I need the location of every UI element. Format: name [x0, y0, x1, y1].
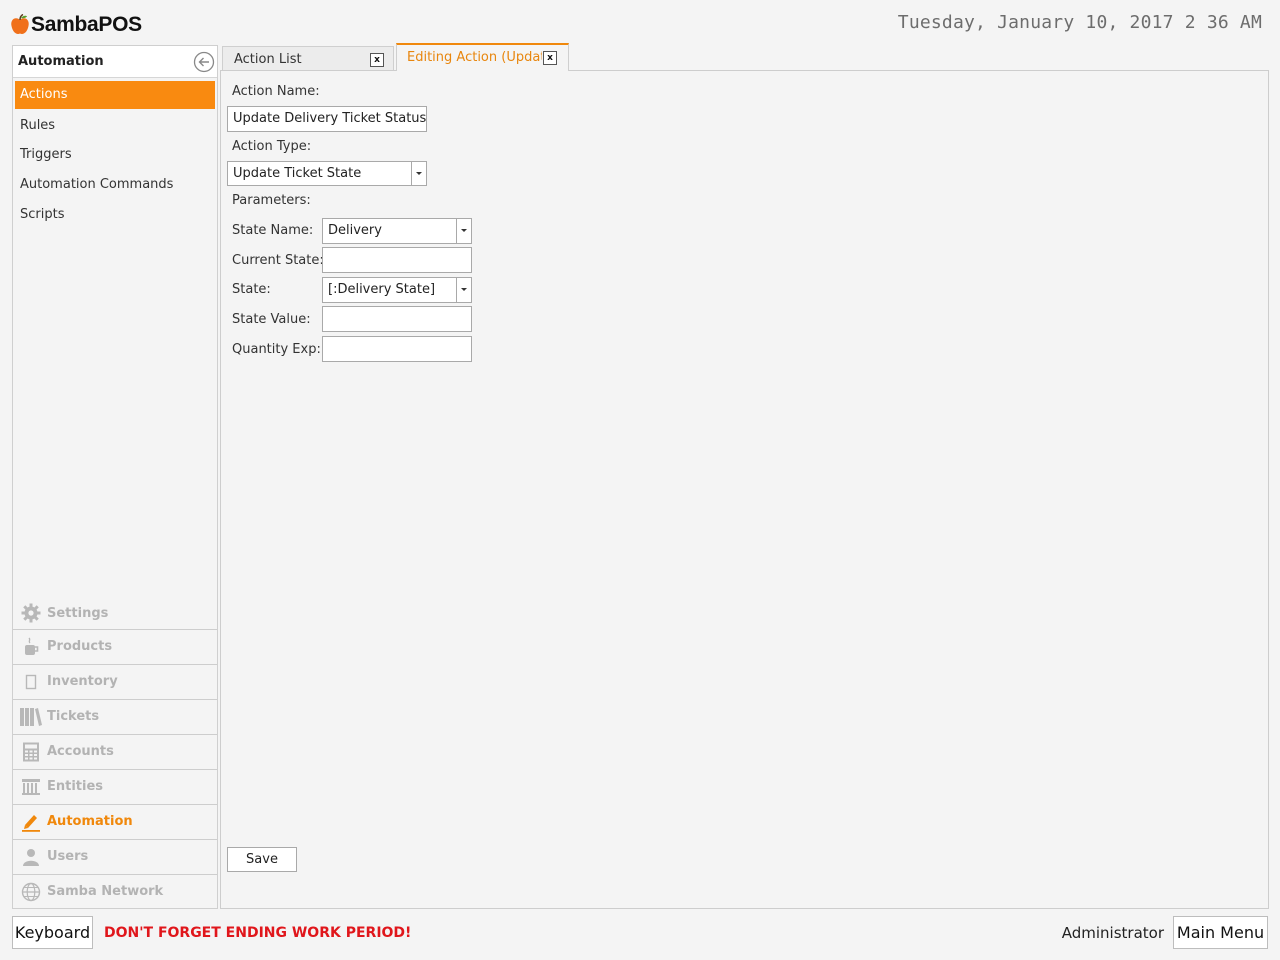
apple-logo-icon — [11, 14, 29, 34]
module-label: Samba Network — [47, 884, 164, 899]
module-label: Entities — [47, 779, 104, 794]
box-icon — [25, 674, 37, 689]
action-name-field[interactable]: Update Delivery Ticket Status — [227, 106, 427, 132]
state-label: State: — [232, 282, 271, 297]
sidebar-item-label: Rules — [20, 118, 56, 133]
action-type-select[interactable]: Update Ticket State — [227, 161, 427, 186]
state-value: [:Delivery State] — [328, 282, 436, 297]
user-icon — [23, 848, 39, 866]
module-settings[interactable]: Settings — [13, 596, 217, 630]
cup-icon — [25, 637, 39, 655]
sidebar-item-label: Actions — [20, 87, 68, 102]
module-label: Settings — [47, 605, 109, 621]
module-products[interactable]: Products — [13, 629, 217, 663]
module-automation[interactable]: Automation — [13, 804, 217, 838]
sidebar-item-rules[interactable]: Rules — [15, 112, 215, 140]
module-entities[interactable]: Entities — [13, 769, 217, 803]
keyboard-button[interactable]: Keyboard — [12, 916, 93, 949]
chevron-down-icon[interactable] — [456, 219, 471, 243]
current-state-field[interactable] — [322, 247, 472, 273]
state-name-label: State Name: — [232, 223, 314, 238]
current-state-label: Current State: — [232, 253, 324, 268]
sidebar-item-label: Scripts — [20, 207, 65, 222]
sidebar-item-triggers[interactable]: Triggers — [15, 141, 215, 169]
module-label: Inventory — [47, 674, 118, 689]
sidebar-item-automation-commands[interactable]: Automation Commands — [15, 171, 215, 199]
brand-name: SambaPOS — [31, 13, 142, 36]
calculator-icon — [23, 742, 39, 761]
chevron-down-icon[interactable] — [456, 278, 471, 302]
action-type-value: Update Ticket State — [233, 166, 362, 181]
module-label: Users — [47, 849, 89, 864]
close-icon[interactable]: x — [370, 53, 384, 67]
sidebar-item-label: Triggers — [20, 147, 72, 162]
module-accounts[interactable]: Accounts — [13, 734, 217, 768]
gear-icon — [21, 603, 41, 623]
action-editor-panel — [220, 70, 1269, 909]
logged-in-user[interactable]: Administrator — [1062, 924, 1164, 942]
module-label: Automation — [47, 814, 133, 829]
quantity-exp-field[interactable] — [322, 336, 472, 362]
tab-editing-action[interactable]: Editing Action (Update Delivery Ticket S… — [396, 43, 569, 71]
pencil-icon — [22, 814, 40, 832]
tab-label: Editing Action (Update Delivery Ticket S… — [407, 50, 542, 65]
state-name-select[interactable]: Delivery — [322, 218, 472, 244]
app-logo: SambaPOS — [10, 10, 142, 40]
state-select[interactable]: [:Delivery State] — [322, 277, 472, 303]
state-value-label: State Value: — [232, 312, 311, 327]
tab-action-list[interactable]: Action List x — [222, 46, 394, 71]
main-menu-button[interactable]: Main Menu — [1173, 916, 1268, 949]
sidebar-header: Automation — [13, 46, 217, 78]
module-label: Accounts — [47, 744, 114, 759]
sidebar-item-actions[interactable]: Actions — [15, 81, 215, 109]
action-name-label: Action Name: — [232, 84, 320, 99]
tab-label: Action List — [234, 52, 302, 67]
module-label: Tickets — [47, 709, 100, 724]
state-value-field[interactable] — [322, 306, 472, 332]
work-period-warning[interactable]: DON'T FORGET ENDING WORK PERIOD! — [104, 925, 411, 941]
module-samba-network[interactable]: Samba Network — [13, 874, 217, 908]
state-name-value: Delivery — [328, 223, 382, 238]
save-button[interactable]: Save — [227, 847, 297, 872]
back-arrow-icon[interactable] — [193, 51, 215, 73]
left-panel: Automation Actions Rules Triggers Automa… — [12, 45, 218, 909]
table-icon — [22, 778, 40, 795]
sidebar-title: Automation — [18, 54, 104, 69]
parameters-label: Parameters: — [232, 193, 311, 208]
close-icon[interactable]: x — [543, 51, 557, 65]
chevron-down-icon[interactable] — [411, 162, 426, 185]
quantity-exp-label: Quantity Exp: — [232, 342, 321, 357]
sidebar-item-label: Automation Commands — [20, 177, 174, 192]
module-inventory[interactable]: Inventory — [13, 664, 217, 698]
books-icon — [20, 707, 42, 726]
datetime-display: Tuesday, January 10, 2017 2 36 AM — [897, 12, 1262, 33]
globe-icon — [21, 882, 41, 901]
module-users[interactable]: Users — [13, 839, 217, 873]
module-tickets[interactable]: Tickets — [13, 699, 217, 733]
module-label: Products — [47, 639, 113, 654]
sidebar-item-scripts[interactable]: Scripts — [15, 201, 215, 229]
action-type-label: Action Type: — [232, 139, 312, 154]
